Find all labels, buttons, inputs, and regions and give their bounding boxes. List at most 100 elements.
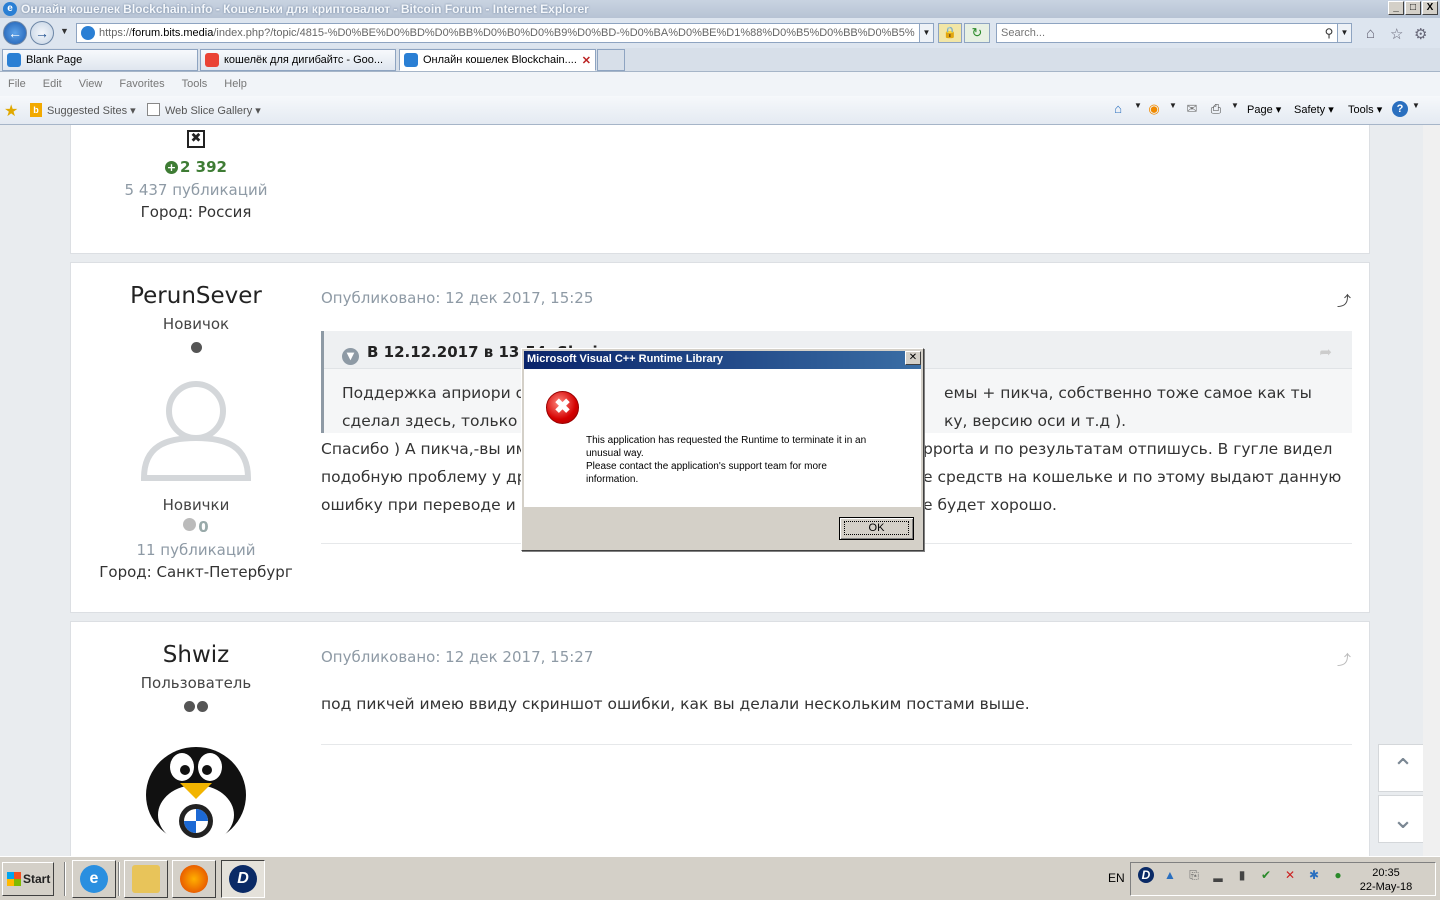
home-cmd-icon[interactable]: ⌂: [1110, 101, 1126, 117]
tab-label: Blank Page: [26, 54, 83, 66]
web-slice-icon: [147, 103, 160, 116]
search-icon[interactable]: ⚲: [1321, 26, 1337, 40]
ie-tab-icon: [7, 53, 21, 67]
search-dropdown-icon[interactable]: ▼: [1337, 24, 1351, 42]
taskbar-clock[interactable]: 20:35 22-May-18: [1358, 866, 1414, 894]
tab-close-icon[interactable]: ✕: [582, 54, 591, 67]
runtime-error-dialog: Microsoft Visual C++ Runtime Library ✕ ✖…: [521, 348, 924, 551]
help-icon[interactable]: ?: [1392, 101, 1408, 117]
start-button[interactable]: Start: [2, 862, 54, 896]
forward-button[interactable]: →: [30, 21, 54, 45]
taskbar-explorer-button[interactable]: [124, 860, 168, 898]
menu-help[interactable]: Help: [224, 78, 247, 90]
bluetooth-tray-icon[interactable]: ✱: [1306, 867, 1322, 883]
help-dropdown-icon[interactable]: ▼: [1408, 101, 1424, 117]
update-tray-icon[interactable]: ●: [1330, 867, 1346, 883]
scroll-to-bottom-button[interactable]: ⌄: [1378, 795, 1428, 843]
rank-pips: [71, 342, 321, 354]
reputation-plus-icon: +: [165, 161, 178, 174]
error-icon: ✖: [546, 391, 579, 424]
digibyte-icon: D: [229, 865, 257, 893]
home-icon[interactable]: ⌂: [1366, 25, 1375, 42]
share-icon[interactable]: ⤴: [1337, 650, 1351, 670]
suggested-sites-link[interactable]: Suggested Sites ▾: [47, 104, 136, 117]
search-input[interactable]: [997, 27, 1321, 39]
print-icon[interactable]: ⎙: [1208, 101, 1224, 117]
menu-favorites[interactable]: Favorites: [119, 78, 164, 90]
chevron-down-icon[interactable]: ▼: [342, 348, 359, 365]
print-dropdown-icon[interactable]: ▼: [1227, 101, 1243, 117]
home-dropdown-icon[interactable]: ▼: [1130, 101, 1146, 117]
post-timestamp[interactable]: Опубликовано: 12 дек 2017, 15:25: [321, 289, 593, 307]
volume-muted-tray-icon[interactable]: ✕: [1282, 867, 1298, 883]
taskbar-firefox-button[interactable]: [172, 860, 216, 898]
close-window-button[interactable]: X: [1422, 1, 1438, 15]
menu-edit[interactable]: Edit: [43, 78, 62, 90]
address-bar[interactable]: https://forum.bits.media/index.php?/topi…: [76, 23, 934, 43]
post-timestamp[interactable]: Опубликовано: 12 дек 2017, 15:27: [321, 648, 593, 666]
post-body: под пикчей имею ввиду скриншот ошибки, к…: [321, 695, 1030, 713]
favorites-star-icon[interactable]: ☆: [1390, 25, 1403, 43]
menu-view[interactable]: View: [79, 78, 103, 90]
post-author: ✖ +2 392 5 437 публикаций Город: Россия: [71, 126, 321, 221]
author-username[interactable]: PerunSever: [71, 283, 321, 309]
window-titlebar: e Онлайн кошелек Blockchain.info - Кошел…: [0, 0, 1440, 18]
page-menu-button[interactable]: Page ▾: [1247, 103, 1281, 116]
internet-explorer-icon: e: [80, 865, 108, 893]
taskbar-separator: [64, 862, 66, 896]
network-tray-icon[interactable]: ▲: [1162, 867, 1178, 883]
minimize-button[interactable]: _: [1388, 1, 1404, 15]
author-group: Новички: [162, 496, 230, 514]
back-button[interactable]: ←: [3, 21, 27, 45]
rss-dropdown-icon[interactable]: ▼: [1165, 101, 1181, 117]
dialog-close-button[interactable]: ✕: [905, 351, 921, 365]
menu-file[interactable]: File: [8, 78, 26, 90]
penguin-avatar-icon[interactable]: [136, 727, 256, 847]
ok-button[interactable]: OK: [839, 517, 914, 540]
settings-gear-icon[interactable]: ⚙: [1414, 25, 1427, 43]
page-scrollbar[interactable]: [1423, 125, 1440, 856]
digibyte-tray-icon[interactable]: D: [1138, 867, 1154, 883]
mail-icon[interactable]: ✉: [1184, 101, 1200, 117]
lock-icon[interactable]: 🔒: [938, 23, 962, 43]
safety-menu-button[interactable]: Safety ▾: [1294, 103, 1334, 116]
refresh-button[interactable]: ↻: [964, 23, 990, 43]
security-tray-icon[interactable]: ✔: [1258, 867, 1274, 883]
rss-feed-icon[interactable]: ◉: [1146, 101, 1162, 117]
maximize-button[interactable]: □: [1405, 1, 1421, 15]
tab-blank-page[interactable]: Blank Page: [2, 49, 198, 71]
post-author: PerunSever Новичок Новички 0 11 публикац…: [71, 283, 321, 581]
address-row: ← → ▼ https://forum.bits.media/index.php…: [0, 18, 1440, 48]
url-text[interactable]: https://forum.bits.media/index.php?/topi…: [99, 27, 919, 39]
new-tab-button[interactable]: [597, 49, 625, 71]
menu-tools[interactable]: Tools: [182, 78, 208, 90]
ie-logo-icon: e: [3, 2, 17, 16]
default-avatar-icon[interactable]: [136, 366, 256, 486]
battery-tray-icon[interactable]: ▮: [1234, 867, 1250, 883]
quote-reply-icon[interactable]: ➦: [1319, 343, 1332, 361]
author-username[interactable]: Shwiz: [71, 642, 321, 668]
menu-bar: File Edit View Favorites Tools Help: [0, 72, 1440, 96]
signal-tray-icon[interactable]: ▂: [1210, 867, 1226, 883]
tools-menu-button[interactable]: Tools ▾: [1348, 103, 1382, 116]
web-slice-gallery-link[interactable]: Web Slice Gallery ▾: [165, 104, 261, 117]
taskbar: Start e D EN D ▲ ⎘ ▂ ▮ ✔ ✕ ✱ ● 20:35 22-…: [0, 856, 1440, 900]
tab-blockchain-forum[interactable]: Онлайн кошелек Blockchain.... ✕: [399, 49, 596, 71]
address-dropdown-icon[interactable]: ▼: [919, 24, 933, 42]
scroll-to-top-button[interactable]: ⌃: [1378, 744, 1428, 792]
file-explorer-icon: [132, 865, 160, 893]
favorites-star-icon[interactable]: ★: [4, 101, 18, 121]
share-icon[interactable]: ⤴: [1337, 291, 1351, 311]
taskbar-ie-button[interactable]: e: [72, 860, 116, 898]
tab-google-search[interactable]: кошелёк для дигибайтс - Goo...: [200, 49, 396, 71]
language-indicator[interactable]: EN: [1108, 871, 1125, 885]
taskbar-digibyte-button[interactable]: D: [221, 860, 265, 898]
dialog-title: Microsoft Visual C++ Runtime Library: [524, 351, 921, 369]
history-dropdown-icon[interactable]: ▼: [60, 26, 69, 36]
reputation: +2 392: [165, 158, 227, 176]
search-box[interactable]: ⚲ ▼: [996, 23, 1352, 43]
forum-post: ✖ +2 392 5 437 публикаций Город: Россия: [70, 125, 1370, 254]
forum-post: Shwiz Пользователь Опубликовано: 12 дек …: [70, 621, 1370, 856]
device-tray-icon[interactable]: ⎘: [1186, 867, 1202, 883]
bing-icon: b: [30, 103, 42, 117]
